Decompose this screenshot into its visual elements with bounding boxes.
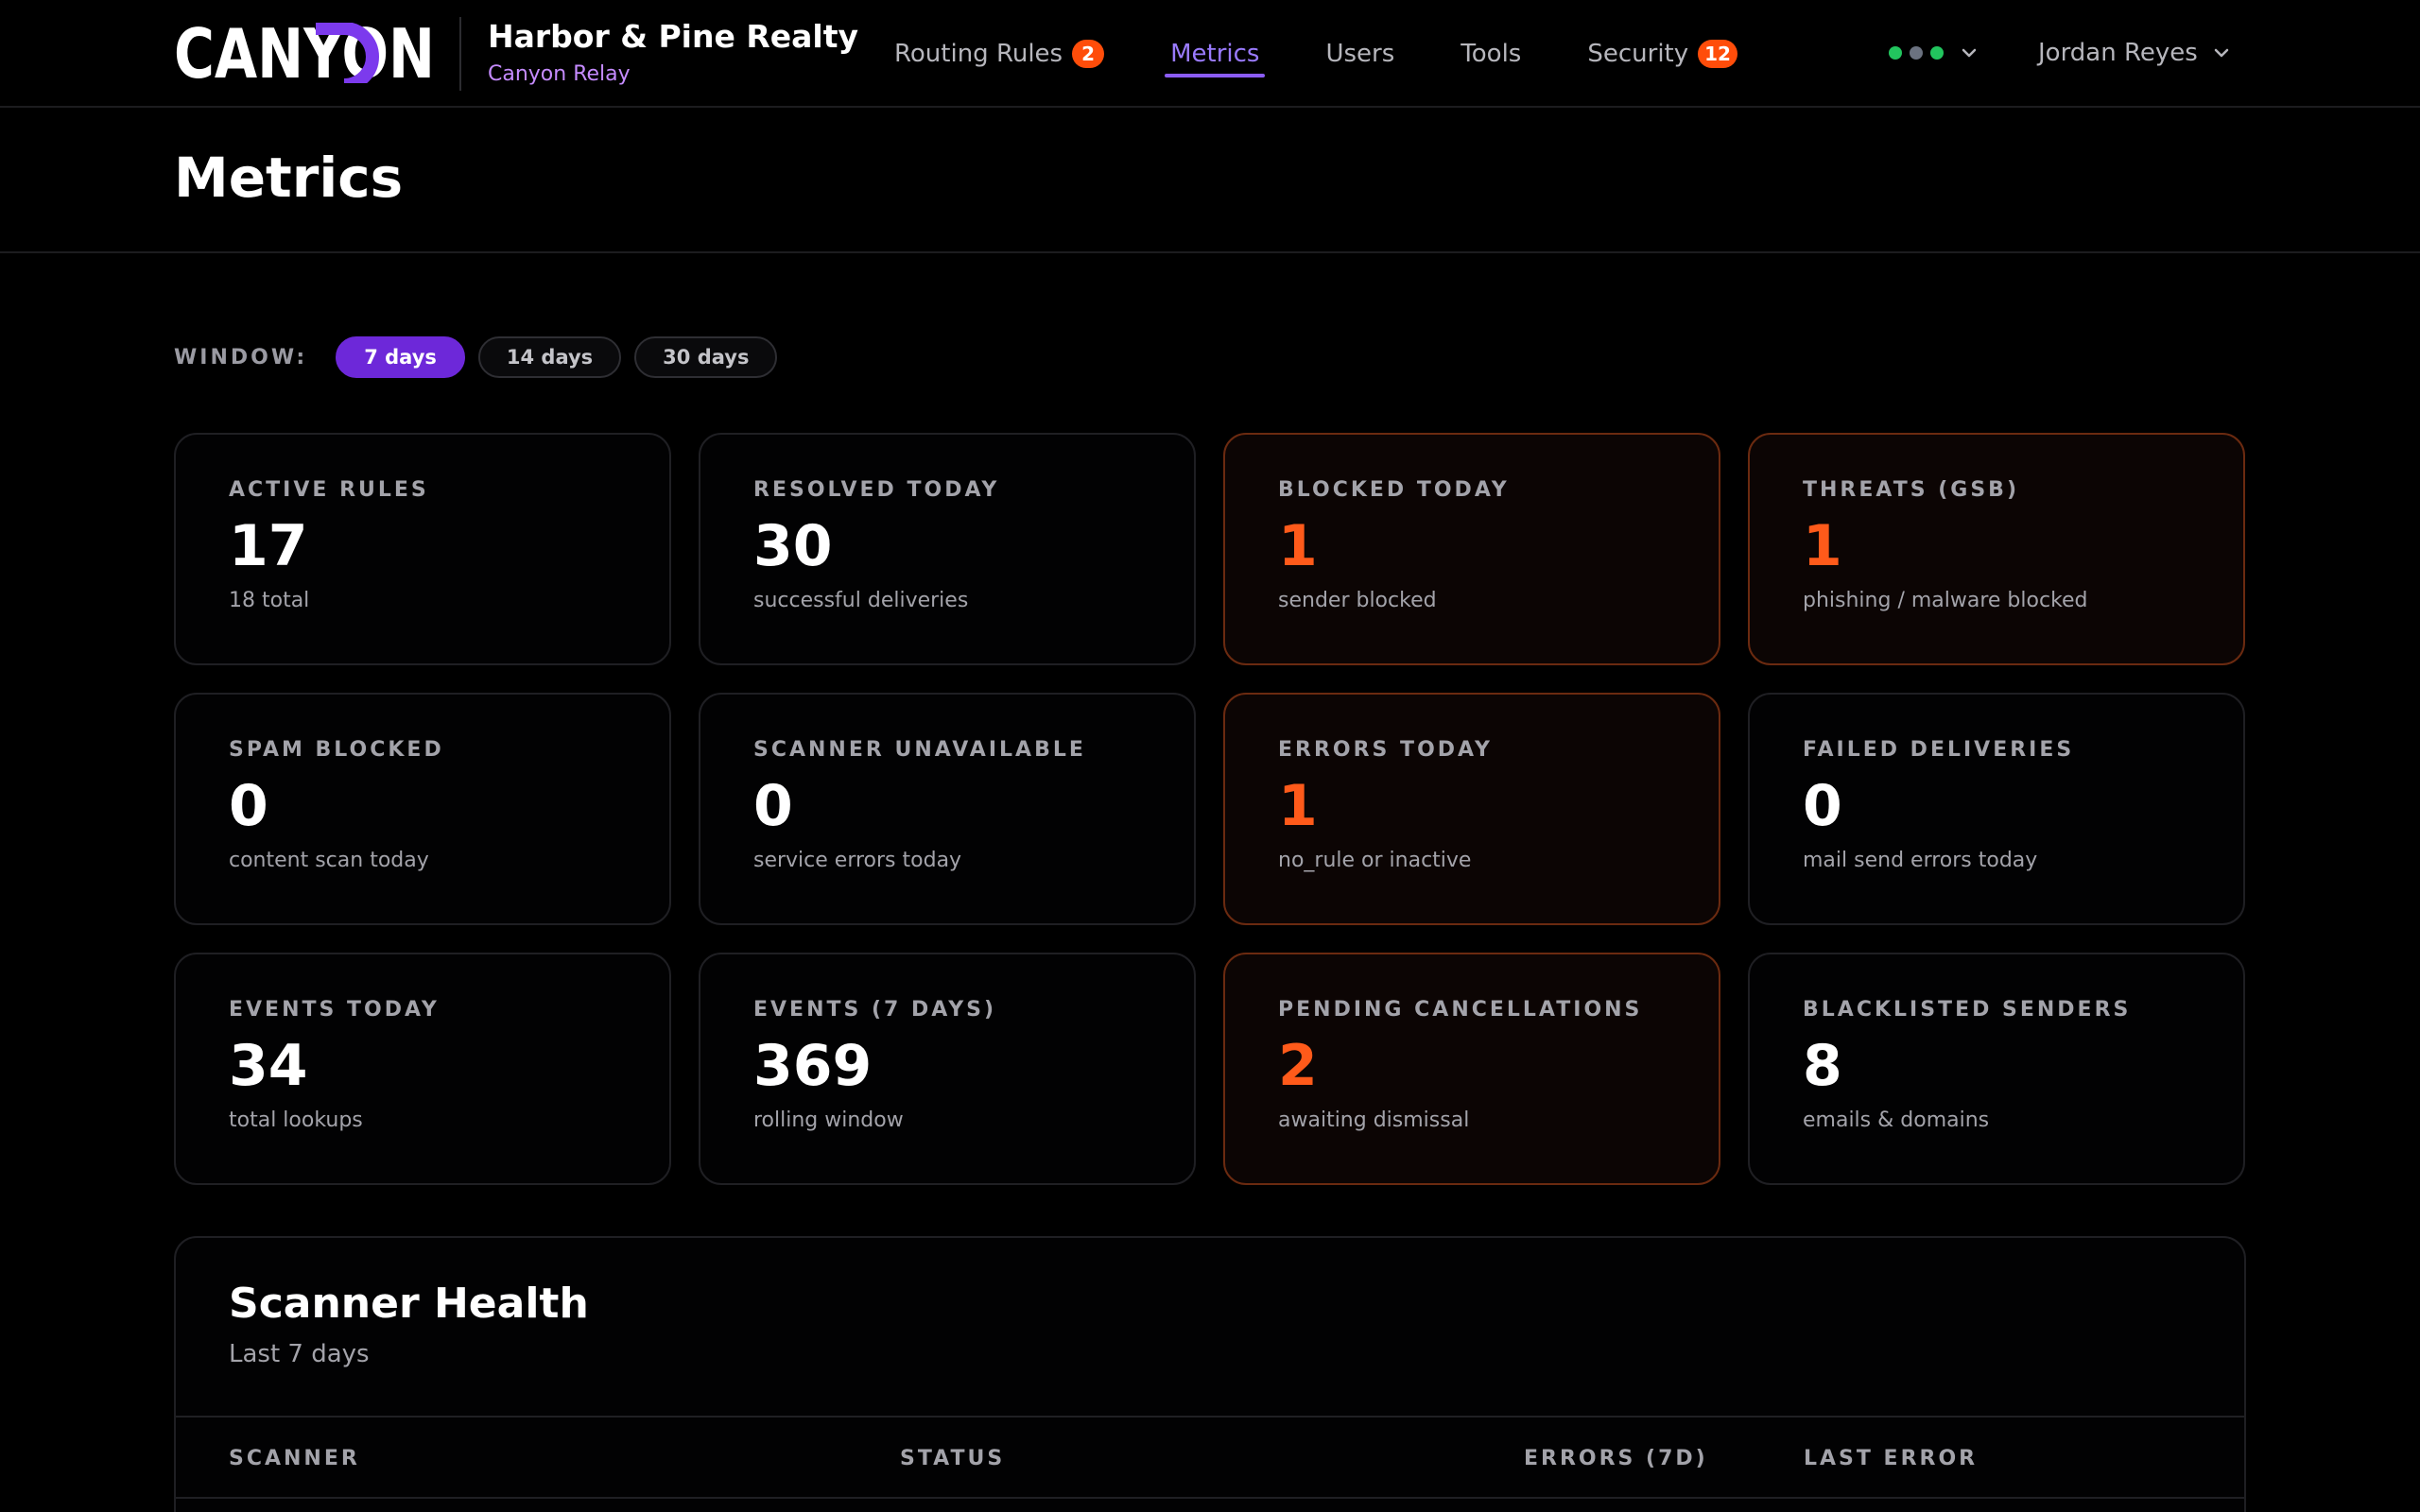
stat-label: Blocked Today	[1278, 478, 1510, 502]
top-navigation-bar: CANYON Harbor & Pine Realty Canyon Relay…	[0, 0, 2420, 108]
nav-label: Security	[1587, 40, 1689, 68]
stat-label: Events (7 Days)	[753, 998, 997, 1022]
user-menu[interactable]: Jordan Reyes	[2038, 32, 2230, 74]
status-dot	[1889, 46, 1902, 60]
window-label: WINDOW:	[174, 345, 308, 369]
canyon-logo-mark: CANYON	[174, 23, 435, 83]
stat-card-active-rules: Active Rules 17 18 total	[174, 433, 671, 665]
stat-value: 2	[1278, 1033, 1318, 1099]
stat-card-scanner-unavailable: Scanner Unavailable 0 service errors tod…	[699, 693, 1196, 925]
logo-wordmark: CANYON	[174, 23, 435, 83]
time-window-selector: WINDOW: 7 days 14 days 30 days	[174, 335, 790, 379]
stat-subtext: total lookups	[229, 1108, 363, 1132]
chevron-down-icon	[1962, 48, 1977, 58]
service-status-dropdown[interactable]	[1889, 36, 1978, 70]
stat-label: Failed Deliveries	[1803, 738, 2075, 762]
nav-label: Users	[1325, 40, 1395, 68]
nav-security[interactable]: Security 12	[1587, 0, 1737, 108]
stat-card-pending-cancellations: Pending Cancellations 2 awaiting dismiss…	[1223, 953, 1720, 1185]
window-7-days-button[interactable]: 7 days	[336, 336, 465, 378]
stat-subtext: awaiting dismissal	[1278, 1108, 1470, 1132]
canyon-logo[interactable]: CANYON	[174, 23, 435, 83]
scanner-table-header: SCANNER STATUS ERRORS (7D) LAST ERROR	[176, 1416, 2244, 1499]
main-nav: Routing Rules 2 Metrics Users Tools Secu…	[894, 0, 1804, 108]
column-header-errors-7d[interactable]: ERRORS (7D)	[1524, 1418, 1708, 1499]
product-name: Canyon Relay	[488, 62, 631, 86]
stat-subtext: service errors today	[753, 849, 962, 872]
stat-label: Resolved Today	[753, 478, 1000, 502]
nav-tools[interactable]: Tools	[1461, 0, 1521, 108]
window-30-days-button[interactable]: 30 days	[634, 336, 778, 378]
brand-block: Harbor & Pine Realty Canyon Relay	[488, 17, 858, 89]
nav-users[interactable]: Users	[1325, 0, 1394, 108]
stat-card-spam-blocked: Spam Blocked 0 content scan today	[174, 693, 671, 925]
stat-value: 0	[753, 773, 793, 839]
column-header-scanner[interactable]: SCANNER	[229, 1418, 360, 1499]
stat-value: 17	[229, 513, 308, 579]
scanner-health-panel: Scanner Health Last 7 days SCANNER STATU…	[174, 1236, 2246, 1512]
brand-divider	[459, 17, 461, 91]
stat-card-failed-deliveries: Failed Deliveries 0 mail send errors tod…	[1748, 693, 2245, 925]
stat-label: Blacklisted Senders	[1803, 998, 2132, 1022]
page-header: Metrics	[0, 108, 2420, 253]
stat-subtext: 18 total	[229, 589, 310, 612]
stat-value: 30	[753, 513, 833, 579]
stat-subtext: content scan today	[229, 849, 429, 872]
stat-value: 34	[229, 1033, 308, 1099]
security-count-badge: 12	[1698, 40, 1737, 68]
stat-label: Active Rules	[229, 478, 429, 502]
stat-label: Spam Blocked	[229, 738, 444, 762]
stat-card-threats-gsb: Threats (GSB) 1 phishing / malware block…	[1748, 433, 2245, 665]
stat-label: Pending Cancellations	[1278, 998, 1643, 1022]
organization-name: Harbor & Pine Realty	[488, 18, 859, 55]
stat-subtext: sender blocked	[1278, 589, 1437, 612]
stat-value: 0	[1803, 773, 1842, 839]
stat-card-events-today: Events Today 34 total lookups	[174, 953, 671, 1185]
stat-subtext: phishing / malware blocked	[1803, 589, 2088, 612]
stat-subtext: mail send errors today	[1803, 849, 2038, 872]
stat-label: Scanner Unavailable	[753, 738, 1086, 762]
nav-routing-rules[interactable]: Routing Rules 2	[894, 0, 1105, 108]
stat-card-blacklisted-senders: Blacklisted Senders 8 emails & domains	[1748, 953, 2245, 1185]
column-header-last-error[interactable]: LAST ERROR	[1804, 1418, 1978, 1499]
panel-title: Scanner Health	[229, 1280, 589, 1328]
stat-card-resolved-today: Resolved Today 30 successful deliveries	[699, 433, 1196, 665]
stat-label: Events Today	[229, 998, 440, 1022]
panel-subtitle: Last 7 days	[229, 1340, 370, 1368]
stat-value: 1	[1803, 513, 1842, 579]
metrics-grid: Active Rules 17 18 total Resolved Today …	[174, 433, 2246, 1185]
nav-label: Metrics	[1170, 40, 1260, 68]
stat-subtext: rolling window	[753, 1108, 904, 1132]
status-dot	[1930, 46, 1944, 60]
nav-metrics[interactable]: Metrics	[1165, 0, 1266, 108]
window-14-days-button[interactable]: 14 days	[477, 336, 622, 378]
stat-subtext: no_rule or inactive	[1278, 849, 1472, 872]
stat-value: 1	[1278, 513, 1318, 579]
stat-value: 369	[753, 1033, 873, 1099]
stat-card-events-7-days: Events (7 Days) 369 rolling window	[699, 953, 1196, 1185]
stat-value: 1	[1278, 773, 1318, 839]
stat-label: Threats (GSB)	[1803, 478, 2019, 502]
page-title: Metrics	[174, 146, 404, 210]
routing-rules-count-badge: 2	[1072, 40, 1105, 68]
stat-label: Errors Today	[1278, 738, 1493, 762]
stat-card-blocked-today: Blocked Today 1 sender blocked	[1223, 433, 1720, 665]
user-name: Jordan Reyes	[2038, 39, 2198, 67]
stat-subtext: successful deliveries	[753, 589, 969, 612]
nav-label: Tools	[1461, 40, 1522, 68]
stat-value: 0	[229, 773, 268, 839]
chevron-down-icon	[2214, 48, 2229, 58]
stat-value: 8	[1803, 1033, 1842, 1099]
column-header-status[interactable]: STATUS	[900, 1418, 1005, 1499]
nav-label: Routing Rules	[894, 40, 1063, 68]
stat-subtext: emails & domains	[1803, 1108, 1990, 1132]
status-dot	[1910, 46, 1923, 60]
stat-card-errors-today: Errors Today 1 no_rule or inactive	[1223, 693, 1720, 925]
